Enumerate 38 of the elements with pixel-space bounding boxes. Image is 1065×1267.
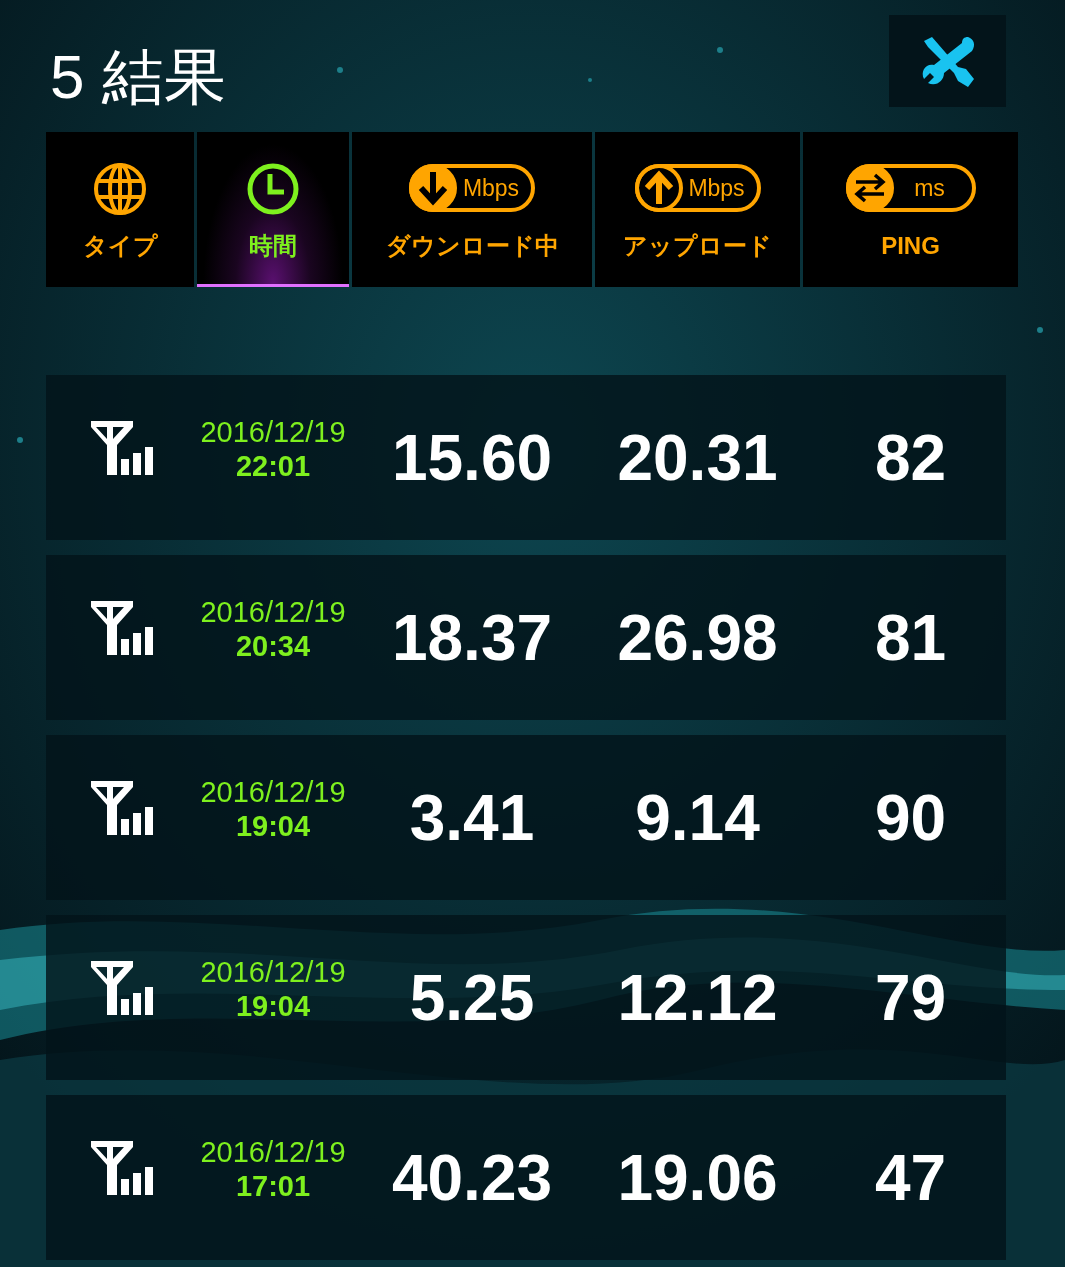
date-text: 2016/12/19 [200,416,346,450]
time-text: 20:34 [235,629,311,663]
settings-button[interactable] [889,15,1006,107]
download-value: 5.25 [409,960,535,1035]
date-text: 2016/12/19 [200,956,346,990]
unit-badge: Mbps [409,164,535,212]
upload-value: 20.31 [617,420,778,495]
column-tab[interactable]: ms PING [803,132,1018,287]
column-tab[interactable]: タイプ [46,132,194,287]
time-text: 22:01 [235,449,311,483]
ping-value: 47 [874,1140,947,1215]
date-text: 2016/12/19 [200,1136,346,1170]
ping-value: 82 [874,420,947,495]
page-title: 5 結果 [50,43,226,112]
download-value: 3.41 [409,780,535,855]
swap-arrows-icon [845,164,894,212]
ping-value: 90 [874,780,947,855]
ping-value: 81 [874,600,947,675]
time-text: 19:04 [235,809,311,843]
column-tab[interactable]: 時間 [197,132,349,287]
date-text: 2016/12/19 [200,596,346,630]
unit-badge: ms [845,164,976,212]
globe-icon [93,162,147,216]
download-value: 40.23 [391,1140,553,1215]
column-tab[interactable]: Mbps ダウンロード中 [352,132,592,287]
upload-value: 19.06 [617,1140,778,1215]
upload-value: 26.98 [617,600,778,675]
clock-icon [246,162,300,216]
upload-value: 9.14 [635,780,760,855]
upload-value: 12.12 [617,960,778,1035]
download-value: 15.60 [391,420,553,495]
time-text: 19:04 [235,989,311,1023]
date-text: 2016/12/19 [200,776,346,810]
unit-badge: Mbps [634,164,761,212]
time-text: 17:01 [235,1169,311,1203]
download-value: 18.37 [391,600,553,675]
ping-value: 79 [874,960,947,1035]
column-tab[interactable]: Mbps アップロード [595,132,800,287]
